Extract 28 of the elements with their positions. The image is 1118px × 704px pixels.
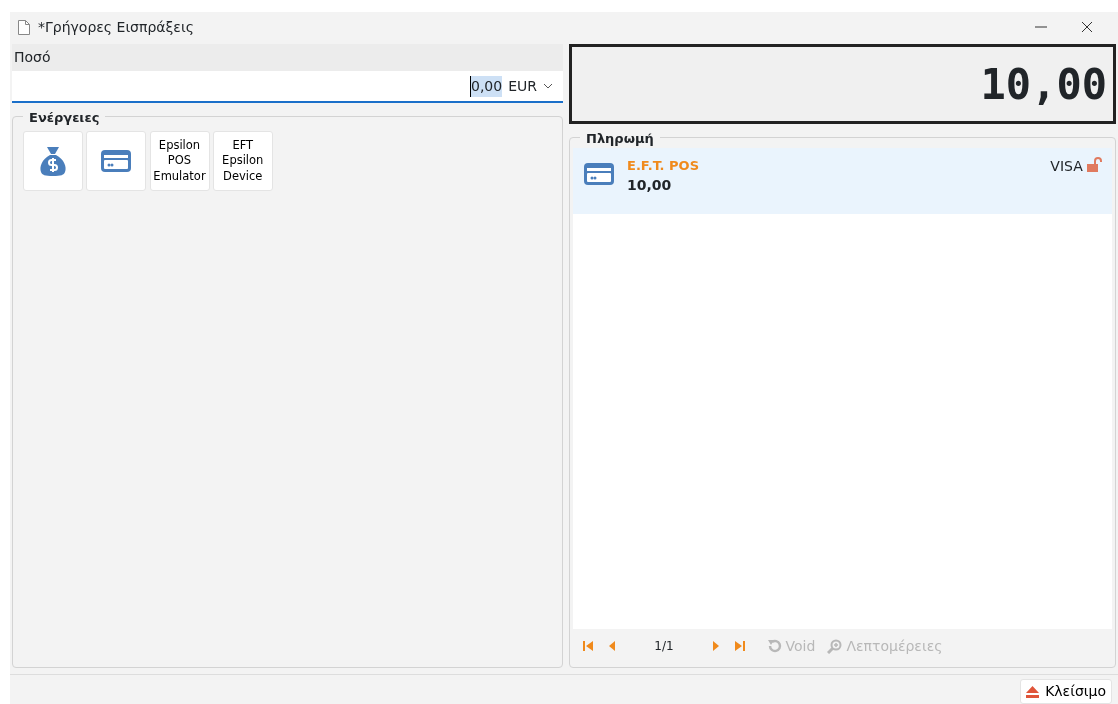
undo-icon [767,639,782,653]
window-title: *Γρήγορες Εισπράξεις [38,17,194,37]
money-bag-icon [38,145,68,177]
eject-icon [1026,685,1040,698]
document-icon [18,19,30,35]
field-label: Ποσό [14,49,51,65]
card-type: VISA [1050,156,1083,176]
cash-button[interactable] [23,131,83,191]
close-icon [1081,21,1093,33]
zoom-icon [827,638,843,654]
credit-card-icon [583,162,615,186]
page-indicator: 1/1 [654,638,674,655]
amount-value: 0,00 [470,75,503,97]
credit-card-icon [100,149,133,173]
total-display: 10,00 [980,58,1107,111]
chevron-down-icon [543,83,553,89]
currency-text: EUR [508,76,537,96]
payment-method: E.F.T. POS [627,156,700,175]
first-page-icon [582,640,595,652]
payment-amount: 10,00 [627,176,673,195]
last-page-icon [733,640,746,652]
payment-device-button[interactable]: Epsilon POS Emulator [149,131,210,191]
payment-row[interactable]: E.F.T. POS 10,00 VISA [573,147,1112,214]
card-button[interactable] [86,131,147,191]
amount-field[interactable]: 0,00 EUR [12,71,563,103]
minimize-icon [1035,26,1047,28]
close-button[interactable]: Κλείσιμο [1020,679,1112,704]
payment-device-button[interactable]: EFT Epsilon Device [212,131,273,191]
